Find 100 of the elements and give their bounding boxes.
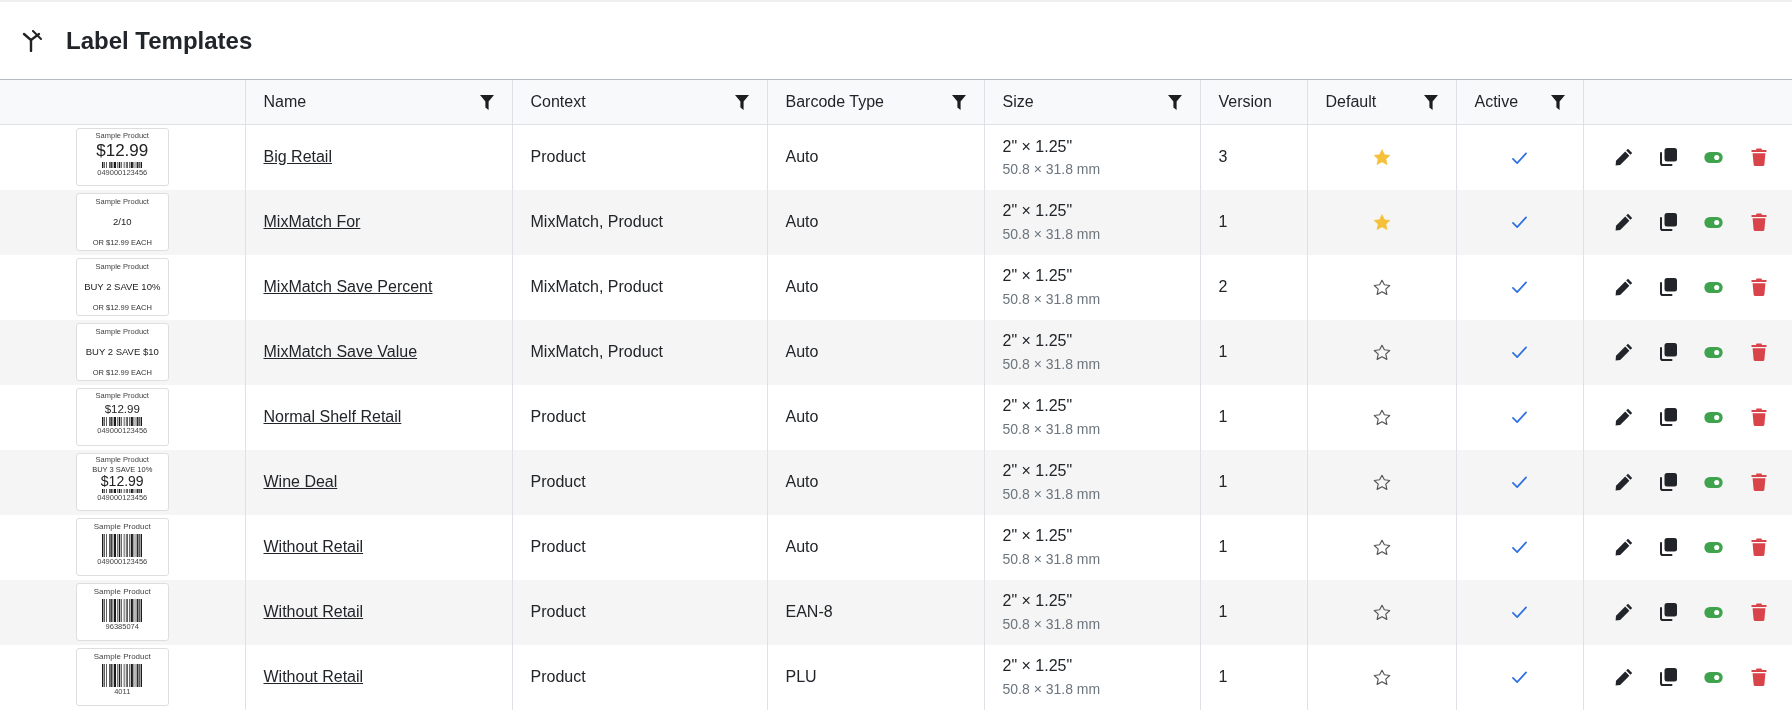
pencil-icon[interactable] <box>1614 278 1633 296</box>
template-name-link[interactable]: MixMatch For <box>263 213 361 230</box>
context-text: Product <box>530 148 586 166</box>
barcode-icon <box>102 489 143 493</box>
star-icon[interactable] <box>1372 409 1391 427</box>
template-name-link[interactable]: Big Retail <box>263 148 332 166</box>
copy-icon[interactable] <box>1658 668 1677 686</box>
template-name-link[interactable]: Without Retail <box>263 538 364 555</box>
star-icon[interactable] <box>1372 669 1391 687</box>
copy-icon[interactable] <box>1658 213 1677 231</box>
template-name-link[interactable]: MixMatch Save Value <box>263 343 418 360</box>
size-metric-text: 50.8 × 31.8 mm <box>1002 355 1102 372</box>
pencil-icon[interactable] <box>1614 148 1633 167</box>
trash-icon[interactable] <box>1749 408 1768 426</box>
context-text: MixMatch, Product <box>530 213 663 230</box>
filter-icon[interactable] <box>1423 94 1438 110</box>
context-text: MixMatch, Product <box>530 278 663 295</box>
size-metric-text: 50.8 × 31.8 mm <box>1002 680 1102 697</box>
barcode-type-text: Auto <box>785 343 819 360</box>
pencil-icon[interactable] <box>1614 213 1633 231</box>
column-header: Active <box>1474 93 1519 111</box>
preview-price: $12.99 <box>104 403 140 415</box>
toggle-icon[interactable] <box>1703 216 1723 228</box>
size-metric-text: 50.8 × 31.8 mm <box>1002 290 1102 307</box>
pencil-icon[interactable] <box>1614 343 1633 361</box>
version-text: 2 <box>1218 278 1228 295</box>
toggle-icon[interactable] <box>1703 346 1723 358</box>
pencil-icon[interactable] <box>1614 538 1633 556</box>
size-text: 2" × 1.25" <box>1002 657 1074 676</box>
trash-icon[interactable] <box>1749 603 1768 621</box>
copy-icon[interactable] <box>1658 148 1677 167</box>
copy-icon[interactable] <box>1658 538 1677 556</box>
size-text: 2" × 1.25" <box>1002 137 1074 156</box>
version-text: 3 <box>1218 148 1228 166</box>
preview-title: Sample Product <box>93 588 151 596</box>
template-name-link[interactable]: Normal Shelf Retail <box>263 408 402 425</box>
version-text: 1 <box>1218 538 1228 555</box>
toggle-icon[interactable] <box>1703 281 1723 293</box>
toggle-icon[interactable] <box>1703 151 1723 163</box>
trash-icon[interactable] <box>1749 343 1768 361</box>
size-text: 2" × 1.25" <box>1002 267 1074 286</box>
pencil-icon[interactable] <box>1614 408 1633 426</box>
page-title: Label Templates <box>66 26 253 55</box>
filter-icon[interactable] <box>1167 94 1182 110</box>
copy-icon[interactable] <box>1658 343 1677 361</box>
toggle-icon[interactable] <box>1703 671 1723 683</box>
filter-icon[interactable] <box>479 94 494 110</box>
trash-icon[interactable] <box>1749 213 1768 231</box>
copy-icon[interactable] <box>1658 408 1677 426</box>
trash-icon[interactable] <box>1749 278 1768 296</box>
template-name-link[interactable]: MixMatch Save Percent <box>263 278 433 295</box>
version-text: 1 <box>1218 408 1228 425</box>
preview-promo: BUY 2 SAVE 10% <box>84 282 161 292</box>
toggle-icon[interactable] <box>1703 606 1723 618</box>
trash-icon[interactable] <box>1749 148 1768 167</box>
context-text: MixMatch, Product <box>530 343 663 360</box>
template-name-link[interactable]: Without Retail <box>263 603 364 620</box>
barcode-type-text: Auto <box>785 408 819 425</box>
copy-icon[interactable] <box>1658 603 1677 621</box>
pencil-icon[interactable] <box>1614 668 1633 686</box>
toggle-icon[interactable] <box>1703 541 1723 553</box>
barcode-type-text: Auto <box>785 538 819 555</box>
version-text: 1 <box>1218 473 1228 490</box>
filter-icon[interactable] <box>1550 94 1565 110</box>
branch-icon <box>22 29 42 52</box>
template-name-link[interactable]: Wine Deal <box>263 473 338 490</box>
version-text: 1 <box>1218 603 1228 620</box>
trash-icon[interactable] <box>1749 668 1768 686</box>
column-header: Version <box>1218 93 1272 111</box>
star-icon[interactable] <box>1372 604 1391 622</box>
size-text: 2" × 1.25" <box>1002 592 1074 611</box>
toggle-icon[interactable] <box>1703 476 1723 488</box>
size-metric-text: 50.8 × 31.8 mm <box>1002 420 1102 437</box>
size-text: 2" × 1.25" <box>1002 202 1074 221</box>
barcode-type-text: Auto <box>785 473 819 490</box>
filter-icon[interactable] <box>734 94 749 110</box>
star-icon[interactable] <box>1372 279 1391 297</box>
star-icon[interactable] <box>1372 474 1391 492</box>
preview-price: $12.99 <box>100 474 144 488</box>
column-header: Default <box>1325 93 1377 111</box>
pencil-icon[interactable] <box>1614 603 1633 621</box>
star-icon[interactable] <box>1372 344 1391 362</box>
column-header: Size <box>1002 93 1034 111</box>
trash-icon[interactable] <box>1749 538 1768 556</box>
pencil-icon[interactable] <box>1614 473 1633 491</box>
filter-icon[interactable] <box>951 94 966 110</box>
trash-icon[interactable] <box>1749 473 1768 491</box>
column-header: Name <box>263 93 307 111</box>
size-text: 2" × 1.25" <box>1002 527 1074 546</box>
barcode-icon <box>102 534 143 557</box>
context-text: Product <box>530 408 586 425</box>
template-name-link[interactable]: Without Retail <box>263 668 364 685</box>
copy-icon[interactable] <box>1658 473 1677 491</box>
preview-promo: 2/10 <box>113 217 132 227</box>
barcode-icon <box>102 664 143 687</box>
star-icon[interactable] <box>1372 539 1391 557</box>
copy-icon[interactable] <box>1658 278 1677 296</box>
barcode-type-text: PLU <box>785 668 817 685</box>
context-text: Product <box>530 668 586 685</box>
toggle-icon[interactable] <box>1703 411 1723 423</box>
